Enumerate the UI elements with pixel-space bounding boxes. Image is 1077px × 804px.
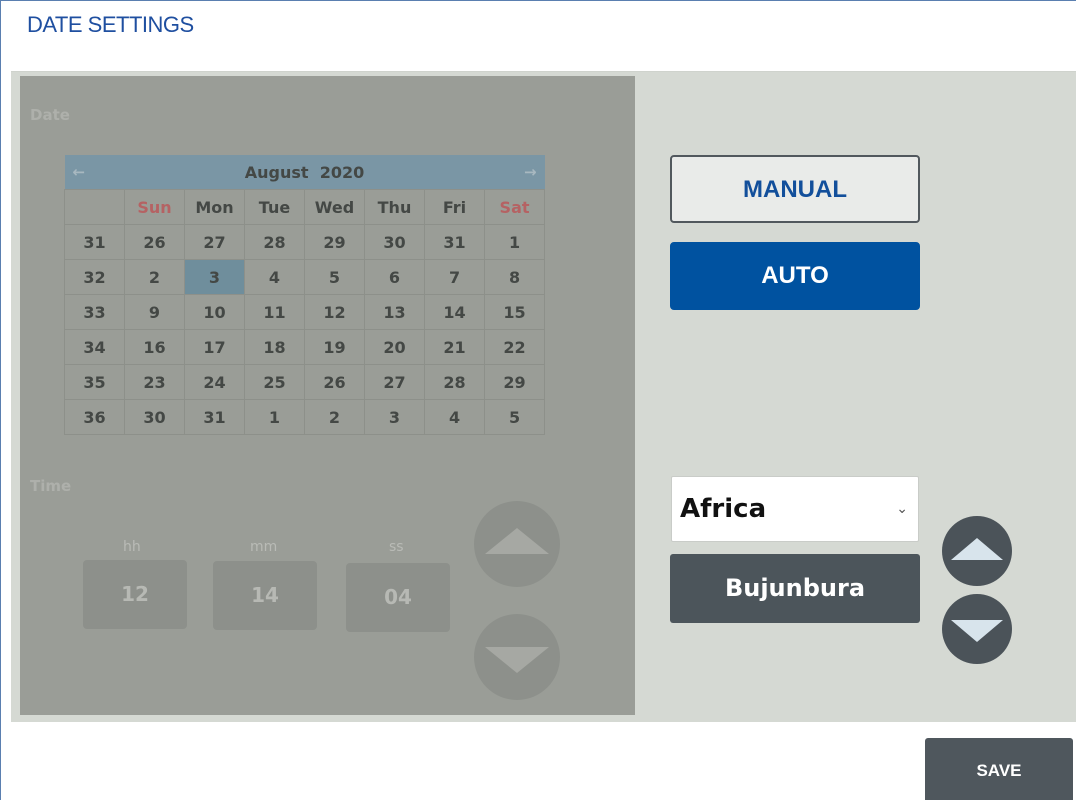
calendar-day[interactable]: 1 [484, 224, 546, 260]
calendar-day[interactable]: 31 [184, 399, 245, 435]
time-up-button[interactable] [474, 501, 560, 587]
calendar-week-row: 34 16 17 18 19 20 21 22 [64, 329, 546, 365]
weekday-label: Sun [124, 189, 185, 225]
calendar-day[interactable]: 21 [423, 329, 486, 365]
calendar-day[interactable]: 4 [244, 259, 305, 295]
calendar-header: ← August 2020 → [64, 155, 545, 190]
calendar-day[interactable]: 3 [364, 399, 425, 435]
calendar-day[interactable]: 14 [423, 294, 486, 330]
calendar-day[interactable]: 2 [124, 259, 185, 295]
minutes-label: mm [250, 539, 278, 555]
calendar-day[interactable]: 24 [184, 364, 245, 400]
calendar: ← August 2020 → Sun Mon Tue Wed Thu Fri … [64, 155, 546, 435]
time-label: Time [30, 477, 72, 495]
calendar-day[interactable]: 1 [244, 399, 305, 435]
calendar-day[interactable]: 27 [364, 364, 425, 400]
weekday-label: Mon [184, 189, 245, 225]
weekday-label: Fri [423, 189, 486, 225]
triangle-up-icon [485, 528, 549, 554]
calendar-day[interactable]: 19 [304, 329, 365, 365]
calendar-day[interactable]: 23 [124, 364, 185, 400]
week-number: 34 [64, 329, 125, 365]
timezone-down-button[interactable] [942, 594, 1012, 664]
calendar-day[interactable]: 26 [124, 224, 185, 260]
calendar-day[interactable]: 9 [124, 294, 185, 330]
city-button[interactable]: Bujunbura [670, 554, 920, 623]
auto-button[interactable]: AUTO [670, 242, 920, 310]
calendar-day[interactable]: 16 [124, 329, 185, 365]
hours-label: hh [123, 539, 141, 555]
calendar-day[interactable]: 29 [304, 224, 365, 260]
triangle-down-icon [485, 647, 549, 673]
calendar-day[interactable]: 12 [304, 294, 365, 330]
calendar-week-row: 31 26 27 28 29 30 31 1 [64, 224, 546, 260]
prev-month-button[interactable]: ← [64, 155, 125, 190]
week-number: 35 [64, 364, 125, 400]
calendar-day[interactable]: 31 [423, 224, 486, 260]
calendar-day[interactable]: 18 [244, 329, 305, 365]
calendar-day[interactable]: 17 [184, 329, 245, 365]
manual-button[interactable]: MANUAL [670, 155, 920, 223]
weekday-label: Tue [244, 189, 305, 225]
region-value: Africa [680, 494, 767, 524]
weekday-label: Wed [304, 189, 365, 225]
calendar-day[interactable]: 5 [304, 259, 365, 295]
calendar-day[interactable]: 11 [244, 294, 305, 330]
calendar-day[interactable]: 22 [484, 329, 546, 365]
calendar-week-row: 35 23 24 25 26 27 28 29 [64, 364, 546, 400]
calendar-day[interactable]: 10 [184, 294, 245, 330]
calendar-week-row: 36 30 31 1 2 3 4 5 [64, 399, 546, 435]
week-number: 33 [64, 294, 125, 330]
calendar-year: 2020 [319, 162, 365, 182]
calendar-day[interactable]: 6 [364, 259, 425, 295]
calendar-day[interactable]: 30 [364, 224, 425, 260]
date-label: Date [30, 106, 70, 124]
calendar-day[interactable]: 30 [124, 399, 185, 435]
calendar-day[interactable]: 15 [484, 294, 546, 330]
minutes-field[interactable]: 14 [213, 561, 317, 630]
calendar-week-row: 33 9 10 11 12 13 14 15 [64, 294, 546, 330]
calendar-day[interactable]: 7 [423, 259, 486, 295]
triangle-up-icon [951, 538, 1003, 560]
calendar-day[interactable]: 20 [364, 329, 425, 365]
calendar-day[interactable]: 28 [423, 364, 486, 400]
calendar-day[interactable]: 27 [184, 224, 245, 260]
calendar-day[interactable]: 5 [484, 399, 546, 435]
calendar-month: August [244, 162, 309, 182]
week-number: 31 [64, 224, 125, 260]
calendar-day-selected[interactable]: 3 [184, 259, 245, 295]
region-select[interactable]: Africa ⌄ [671, 476, 919, 542]
page-title: DATE SETTINGS [27, 12, 194, 37]
time-down-button[interactable] [474, 614, 560, 700]
week-number-header [64, 189, 125, 225]
calendar-day[interactable]: 2 [304, 399, 365, 435]
triangle-down-icon [951, 620, 1003, 642]
week-number: 32 [64, 259, 125, 295]
weekday-label: Thu [364, 189, 425, 225]
hours-field[interactable]: 12 [83, 560, 187, 629]
seconds-label: ss [389, 539, 404, 555]
weekday-row: Sun Mon Tue Wed Thu Fri Sat [64, 189, 546, 225]
next-month-button[interactable]: → [484, 155, 545, 190]
calendar-day[interactable]: 28 [244, 224, 305, 260]
calendar-month-year: August 2020 [124, 155, 485, 190]
calendar-day[interactable]: 29 [484, 364, 546, 400]
save-button[interactable]: SAVE [925, 738, 1073, 800]
timezone-up-button[interactable] [942, 516, 1012, 586]
calendar-day[interactable]: 4 [423, 399, 486, 435]
calendar-week-row: 32 2 3 4 5 6 7 8 [64, 259, 546, 295]
calendar-day[interactable]: 13 [364, 294, 425, 330]
week-number: 36 [64, 399, 125, 435]
weekday-label: Sat [484, 189, 546, 225]
calendar-day[interactable]: 26 [304, 364, 365, 400]
calendar-day[interactable]: 8 [484, 259, 546, 295]
calendar-day[interactable]: 25 [244, 364, 305, 400]
chevron-down-icon: ⌄ [896, 501, 908, 517]
seconds-field[interactable]: 04 [346, 563, 450, 632]
